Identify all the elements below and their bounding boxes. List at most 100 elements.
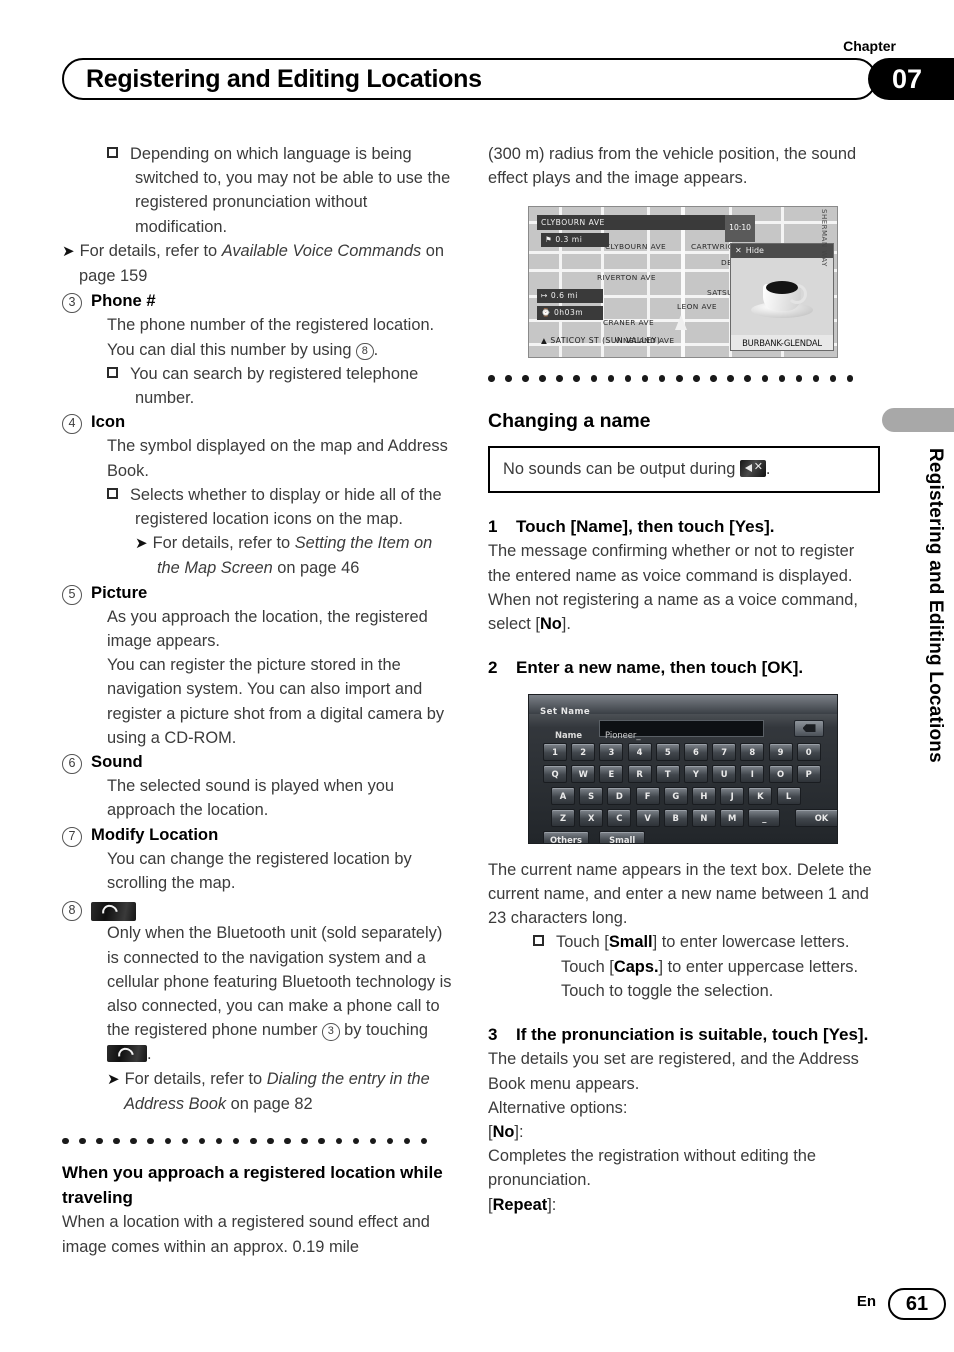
key-3[interactable]: 3 (599, 742, 624, 761)
key-k[interactable]: K (748, 786, 773, 805)
manual-page: Chapter 07 Registering and Editing Locat… (0, 0, 954, 1352)
step-note: Touch [Caps.] to enter uppercase letters… (561, 957, 859, 976)
map-distance-badge: ⚑ 0.3 mi (541, 233, 609, 248)
item-number: 3 (62, 293, 82, 314)
step-body: The current name appears in the text box… (488, 860, 872, 928)
item-body: As you approach the location, the regist… (107, 607, 428, 651)
key-o[interactable]: O (768, 764, 793, 783)
key-z[interactable]: Z (551, 808, 575, 827)
key-q[interactable]: Q (543, 764, 567, 783)
key-b[interactable]: B (663, 808, 688, 827)
key-c[interactable]: C (607, 808, 632, 827)
chapter-label: Chapter (843, 38, 896, 54)
right-column: (300 m) radius from the vehicle position… (488, 142, 880, 1217)
key-e[interactable]: E (599, 764, 624, 783)
step-note: Touch to toggle the selection. (561, 981, 774, 1000)
step-body: The details you set are registered, and … (488, 1050, 859, 1093)
map-road-label: RIVERTON AVE (597, 273, 656, 283)
key-5[interactable]: 5 (655, 742, 680, 761)
backspace-icon (802, 724, 816, 733)
step-body: The message confirming whether or not to… (488, 542, 855, 585)
item-title: Modify Location (91, 824, 219, 844)
mute-icon (739, 459, 766, 477)
item-number: 8 (62, 901, 82, 922)
phone-button-icon (91, 902, 136, 922)
chapter-number-badge: 07 (868, 58, 954, 100)
key-8[interactable]: 8 (740, 742, 765, 761)
key-m[interactable]: M (720, 808, 745, 827)
coffee-cup-image (751, 274, 813, 319)
note-language: Depending on which language is being swi… (107, 142, 454, 239)
square-bullet-icon (107, 147, 118, 158)
caution-note-box: No sounds can be output during . (488, 445, 880, 493)
keyboard-row-modes: Others Small (543, 830, 649, 843)
key-space[interactable]: _ (748, 808, 781, 827)
step-option: [Repeat]: (488, 1195, 557, 1214)
side-running-title: Registering and Editing Locations (925, 448, 946, 763)
key-0[interactable]: 0 (796, 742, 821, 761)
item-body: The symbol displayed on the map and Addr… (107, 437, 448, 480)
item-ref-number: 8 (356, 342, 374, 361)
step-body: When not registering a name as a voice c… (488, 590, 858, 634)
close-icon: ✕ (735, 246, 742, 256)
item-number: 6 (62, 754, 82, 775)
key-2[interactable]: 2 (571, 742, 596, 761)
footer-language: En (856, 1293, 876, 1310)
key-y[interactable]: Y (683, 764, 708, 783)
key-v[interactable]: V (635, 808, 660, 827)
key-4[interactable]: 4 (627, 742, 652, 761)
list-item: 7 Modify Location (62, 823, 454, 847)
key-a[interactable]: A (551, 786, 575, 805)
key-j[interactable]: J (720, 786, 745, 805)
page-number: 61 (888, 1288, 946, 1320)
key-u[interactable]: U (712, 764, 737, 783)
key-7[interactable]: 7 (712, 742, 737, 761)
side-tab-marker (882, 408, 954, 432)
key-t[interactable]: T (655, 764, 680, 783)
item-title: Icon (91, 412, 126, 432)
item-reference: ➤ For details, refer to Dialing the entry… (107, 1069, 430, 1113)
key-f[interactable]: F (635, 786, 660, 805)
key-r[interactable]: R (627, 764, 652, 783)
list-item: 8 (62, 897, 454, 922)
key-6[interactable]: 6 (683, 742, 708, 761)
key-h[interactable]: H (691, 786, 716, 805)
page-title-text: Registering and Editing Locations (86, 64, 482, 93)
square-bullet-icon (107, 366, 118, 378)
key-small[interactable]: Small (599, 830, 646, 843)
keyboard-row-zxcv: Z X C V B N M _ OK (551, 808, 837, 827)
step-heading: 3 If the pronunciation is suitable, touch… (488, 1024, 869, 1044)
key-1[interactable]: 1 (543, 742, 567, 761)
keyboard-title: Set Name (540, 706, 591, 717)
name-input-field[interactable]: Pioneer_ (599, 719, 764, 740)
key-w[interactable]: W (571, 764, 596, 783)
delete-key[interactable] (794, 719, 824, 737)
item-body: Only when the Bluetooth unit (sold separ… (107, 924, 452, 1064)
list-item: 4 Icon (62, 410, 454, 435)
key-x[interactable]: X (579, 808, 604, 827)
key-i[interactable]: I (740, 764, 765, 783)
key-s[interactable]: S (579, 786, 604, 805)
dotted-separator (488, 375, 880, 382)
item-ref-number: 3 (322, 1023, 340, 1041)
vehicle-position-icon (675, 315, 687, 331)
key-9[interactable]: 9 (768, 742, 793, 761)
item-body: The selected sound is played when you ap… (107, 777, 395, 820)
step-heading: 2 Enter a new name, then touch [OK]. (488, 658, 804, 678)
key-g[interactable]: G (663, 786, 688, 805)
set-name-keyboard-screenshot: Set Name Name Pioneer_ 1 2 3 4 5 6 7 8 9… (528, 693, 838, 844)
item-number: 4 (62, 414, 82, 435)
item-note: You can search by registered telephone n… (107, 362, 454, 410)
map-panel-caption: BURBANK-GLENDAL (731, 335, 833, 351)
page-title: Registering and Editing Locations (62, 58, 877, 100)
navigation-map-screenshot: CLYBOURN AVE SHERMAN WAY CARTWRIGHT AVE … (528, 206, 838, 359)
arrow-ref-icon: ➤ (135, 535, 148, 553)
key-l[interactable]: L (776, 786, 801, 805)
key-others[interactable]: Others (543, 830, 589, 843)
key-p[interactable]: P (796, 764, 821, 783)
item-number: 7 (62, 826, 82, 847)
key-n[interactable]: N (691, 808, 716, 827)
key-ok[interactable]: OK (794, 808, 837, 827)
approach-body: When a location with a registered sound … (62, 1213, 430, 1256)
key-d[interactable]: D (607, 786, 632, 805)
